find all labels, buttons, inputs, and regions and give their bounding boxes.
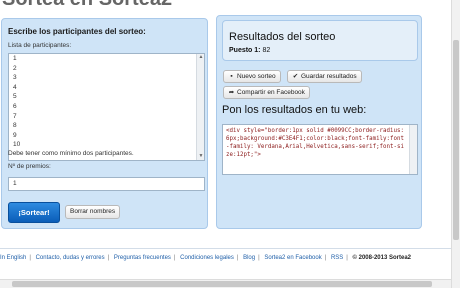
participant-line: 5	[13, 93, 17, 101]
results-panel: Resultados del sorteo Puesto 1: 82 ▪ Nuev…	[216, 15, 422, 229]
new-draw-button[interactable]: ▪ Nuevo sorteo	[223, 70, 281, 83]
footer-link-legal[interactable]: Condiciones legales	[180, 255, 234, 261]
scroll-down-icon[interactable]: ▼	[198, 153, 204, 160]
draw-button[interactable]: ¡Sortear!	[8, 202, 60, 223]
participants-hint: Debe tener como mínimo dos participantes…	[8, 150, 134, 157]
footer-link-facebook[interactable]: Sortea2 en Facebook	[264, 255, 321, 261]
participants-panel: Escribe los participantes del sorteo: Li…	[1, 18, 208, 229]
share-facebook-button[interactable]: ➦ Compartir en Facebook	[223, 86, 310, 99]
embed-code-textarea[interactable]: <div style="border:1px solid #0099CC;bor…	[222, 124, 418, 175]
footer-link-faq[interactable]: Preguntas frecuentes	[114, 255, 171, 261]
page-horizontal-scroll-thumb[interactable]	[12, 281, 432, 287]
clear-names-button[interactable]: Borrar nombres	[65, 205, 121, 219]
new-draw-label: Nuevo sorteo	[237, 73, 276, 80]
participant-line: 2	[13, 64, 17, 72]
share-facebook-label: Compartir en Facebook	[237, 89, 305, 96]
participants-scrollbar[interactable]: ▲ ▼	[196, 54, 204, 160]
footer-divider	[0, 248, 460, 249]
participant-line: 3	[13, 74, 17, 82]
embed-title: Pon los resultados en tu web:	[222, 104, 367, 116]
result-position: Puesto 1: 82	[229, 47, 270, 54]
scroll-up-icon[interactable]: ▲	[198, 54, 204, 61]
participant-line: 10	[13, 141, 21, 149]
footer-copyright: © 2008-2013 Sortea2	[352, 255, 411, 261]
footer-link-blog[interactable]: Blog	[243, 255, 255, 261]
participant-line: 9	[13, 131, 17, 139]
results-title: Resultados del sorteo	[229, 31, 336, 43]
save-results-label: Guardar resultados	[301, 73, 357, 80]
prizes-label: Nº de premios:	[8, 163, 51, 170]
page-vertical-scrollbar[interactable]	[451, 0, 460, 288]
save-results-button[interactable]: ✔ Guardar resultados	[287, 70, 362, 83]
embed-code-text: <div style="border:1px solid #0099CC;bor…	[226, 128, 404, 158]
footer-link-rss[interactable]: RSS	[331, 255, 343, 261]
result-position-label: Puesto 1:	[229, 47, 261, 54]
footer: In English | Contacto, dudas y errores | P…	[0, 255, 411, 261]
footer-link-english[interactable]: In English	[0, 255, 26, 261]
document-icon: ▪	[230, 73, 233, 80]
embed-code-scrollbar[interactable]	[409, 125, 417, 174]
result-position-value: 82	[262, 47, 271, 54]
participant-line: 6	[13, 102, 17, 110]
participants-panel-title: Escribe los participantes del sorteo:	[8, 27, 146, 36]
results-box: Resultados del sorteo Puesto 1: 82	[222, 20, 418, 61]
page-horizontal-scrollbar[interactable]	[0, 279, 451, 288]
site-title: Sortea en Sortea2	[2, 0, 172, 11]
page-vertical-scroll-thumb[interactable]	[453, 40, 459, 240]
participant-line: 7	[13, 112, 17, 120]
participant-line: 4	[13, 83, 17, 91]
footer-link-contact[interactable]: Contacto, dudas y errores	[36, 255, 105, 261]
participant-line: 8	[13, 122, 17, 130]
participants-list-label: Lista de participantes:	[8, 42, 72, 49]
participants-textarea[interactable]: 1 2 3 4 5 6 7 8 9 10 ▲ ▼	[8, 53, 205, 161]
prizes-input[interactable]: 1	[8, 177, 205, 191]
share-arrow-icon: ➦	[228, 89, 235, 96]
participant-line: 1	[13, 55, 17, 62]
checkmark-icon: ✔	[292, 73, 299, 80]
